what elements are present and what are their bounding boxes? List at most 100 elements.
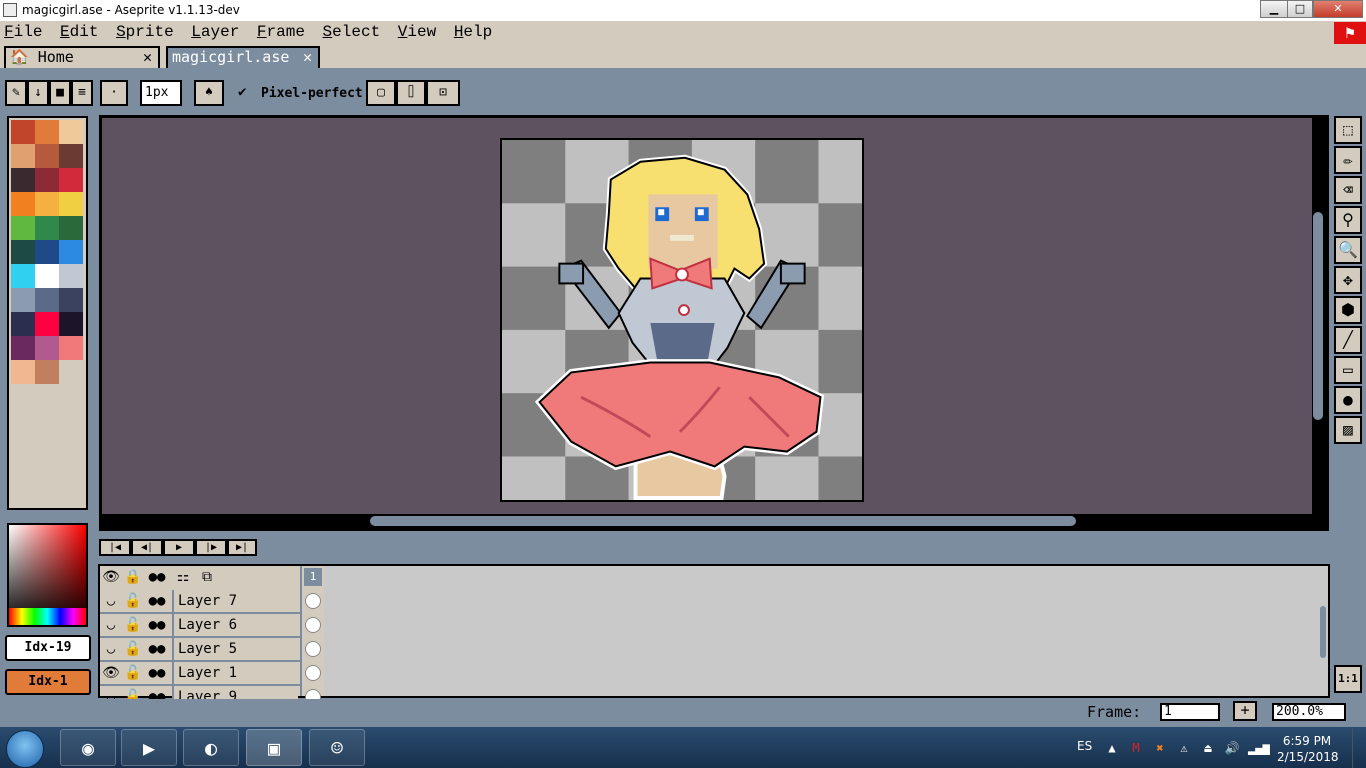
ink-bottle-icon[interactable]: ♠: [194, 80, 224, 106]
play-icon[interactable]: ▶: [163, 539, 195, 556]
ink-copy-icon[interactable]: ■: [49, 80, 71, 106]
palette-swatch[interactable]: [35, 240, 59, 264]
layer-row[interactable]: ◡ 🔓 ●● Layer 5: [100, 638, 300, 662]
palette-swatch[interactable]: [35, 192, 59, 216]
tab-home-close-icon[interactable]: ✕: [143, 48, 152, 66]
line-tool-icon[interactable]: ╱: [1334, 326, 1362, 354]
continuous-icon[interactable]: ●●: [146, 590, 168, 612]
brush-size-input[interactable]: 1px: [140, 80, 182, 106]
tab-home[interactable]: 🏠 Home ✕: [4, 46, 160, 68]
lock-icon[interactable]: 🔓: [124, 614, 142, 636]
lock-header-icon[interactable]: 🔒: [124, 566, 142, 588]
pencil-tool-icon[interactable]: ✏: [1334, 146, 1362, 174]
marquee-tool-icon[interactable]: ⬚: [1334, 116, 1362, 144]
zoom-input[interactable]: 200.0%: [1272, 703, 1346, 721]
palette-swatch[interactable]: [11, 168, 35, 192]
palette-swatch[interactable]: [59, 216, 83, 240]
palette-swatch[interactable]: [59, 144, 83, 168]
hue-slider[interactable]: [9, 608, 86, 625]
palette-swatch[interactable]: [59, 240, 83, 264]
cel[interactable]: [305, 617, 321, 633]
aseprite-icon[interactable]: ▣: [246, 729, 302, 766]
eye-header-icon[interactable]: 👁: [102, 566, 120, 588]
menu-layer[interactable]: Layer: [187, 21, 243, 41]
palette-swatch[interactable]: [35, 264, 59, 288]
previous-frame-icon[interactable]: ◀|: [131, 539, 163, 556]
lock-icon[interactable]: 🔓: [124, 662, 142, 684]
palette-swatch[interactable]: [11, 120, 35, 144]
palette-swatch[interactable]: [11, 288, 35, 312]
cel[interactable]: [305, 641, 321, 657]
layer-row[interactable]: ◡ 🔓 ●● Layer 6: [100, 614, 300, 638]
move-tool-icon[interactable]: ✥: [1334, 266, 1362, 294]
tab-file-close-icon[interactable]: ✕: [303, 48, 312, 66]
palette-swatch[interactable]: [11, 192, 35, 216]
selection-replace-icon[interactable]: ▢: [366, 80, 396, 106]
minimize-button[interactable]: ▁: [1260, 0, 1288, 18]
selection-intersect-icon[interactable]: ⊡: [426, 80, 460, 106]
start-button[interactable]: [6, 730, 44, 768]
palette-swatch[interactable]: [11, 240, 35, 264]
tab-magicgirl[interactable]: magicgirl.ase ✕: [166, 46, 320, 68]
palette-swatch[interactable]: [59, 288, 83, 312]
antivirus-icon[interactable]: M: [1128, 740, 1144, 756]
vertical-scrollbar[interactable]: [1313, 212, 1323, 420]
sprite-canvas[interactable]: [500, 138, 864, 502]
palette-swatch[interactable]: [35, 360, 59, 384]
eye-closed-icon[interactable]: ◡: [102, 590, 120, 612]
continuous-icon[interactable]: ●●: [146, 614, 168, 636]
cel[interactable]: [305, 593, 321, 609]
palette-swatch[interactable]: [59, 120, 83, 144]
palette-swatch[interactable]: [11, 360, 35, 384]
blur-tool-icon[interactable]: ▨: [1334, 416, 1362, 444]
lock-icon[interactable]: 🔓: [124, 590, 142, 612]
cel[interactable]: [305, 665, 321, 681]
paint-bucket-tool-icon[interactable]: ⬢: [1334, 296, 1362, 324]
last-frame-icon[interactable]: ▶|: [227, 539, 257, 556]
tool-tray-icon[interactable]: ✖: [1152, 740, 1168, 756]
ink-down-icon[interactable]: ↓: [27, 80, 49, 106]
eye-open-icon[interactable]: 👁: [102, 662, 120, 684]
continuous-icon[interactable]: ●●: [146, 638, 168, 660]
frame-input[interactable]: 1: [1160, 703, 1220, 721]
tray-expand-icon[interactable]: ▲: [1104, 740, 1120, 756]
eye-closed-icon[interactable]: ◡: [102, 614, 120, 636]
menu-help[interactable]: Help: [450, 21, 496, 41]
palette-swatch[interactable]: [35, 336, 59, 360]
menu-view[interactable]: View: [394, 21, 440, 41]
show-desktop-button[interactable]: [1352, 728, 1366, 768]
menu-edit[interactable]: Edit: [56, 21, 102, 41]
palette-swatch[interactable]: [35, 216, 59, 240]
ink-simple-icon[interactable]: ✎: [5, 80, 27, 106]
contour-tool-icon[interactable]: ●: [1334, 386, 1362, 414]
palette-swatch[interactable]: [11, 336, 35, 360]
rectangle-tool-icon[interactable]: ▭: [1334, 356, 1362, 384]
palette-swatch[interactable]: [59, 312, 83, 336]
layer-row[interactable]: 👁 🔓 ●● Layer 1: [100, 662, 300, 686]
palette-swatch[interactable]: [35, 120, 59, 144]
palette-swatch[interactable]: [11, 264, 35, 288]
maximize-button[interactable]: □: [1287, 0, 1313, 18]
palette-swatch[interactable]: [59, 168, 83, 192]
language-indicator[interactable]: ES: [1077, 739, 1092, 753]
one-to-one-zoom-button[interactable]: 1:1: [1334, 665, 1362, 693]
chrome-icon[interactable]: ◉: [60, 729, 116, 766]
eye-closed-icon[interactable]: ◡: [102, 638, 120, 660]
brush-type-icon[interactable]: ·: [100, 80, 128, 106]
close-button[interactable]: ✕: [1313, 0, 1363, 18]
continuous-icon[interactable]: ●●: [146, 662, 168, 684]
clock[interactable]: 6:59 PM 2/15/2018: [1277, 733, 1339, 765]
layer-row[interactable]: ◡ 🔓 ●● Layer 7: [100, 590, 300, 614]
discord-icon[interactable]: ☺: [309, 729, 365, 766]
new-frame-button[interactable]: +: [1233, 701, 1257, 721]
zoom-tool-icon[interactable]: 🔍: [1334, 236, 1362, 264]
menu-frame[interactable]: Frame: [253, 21, 309, 41]
menu-select[interactable]: Select: [319, 21, 385, 41]
volume-icon[interactable]: 🔊: [1224, 740, 1240, 756]
palette-swatch[interactable]: [59, 264, 83, 288]
background-color-button[interactable]: Idx-1: [5, 669, 91, 695]
link-header-icon[interactable]: ⚏: [174, 566, 192, 588]
foreground-color-button[interactable]: Idx-19: [5, 635, 91, 661]
palette-swatch[interactable]: [35, 288, 59, 312]
eraser-tool-icon[interactable]: ⌫: [1334, 176, 1362, 204]
